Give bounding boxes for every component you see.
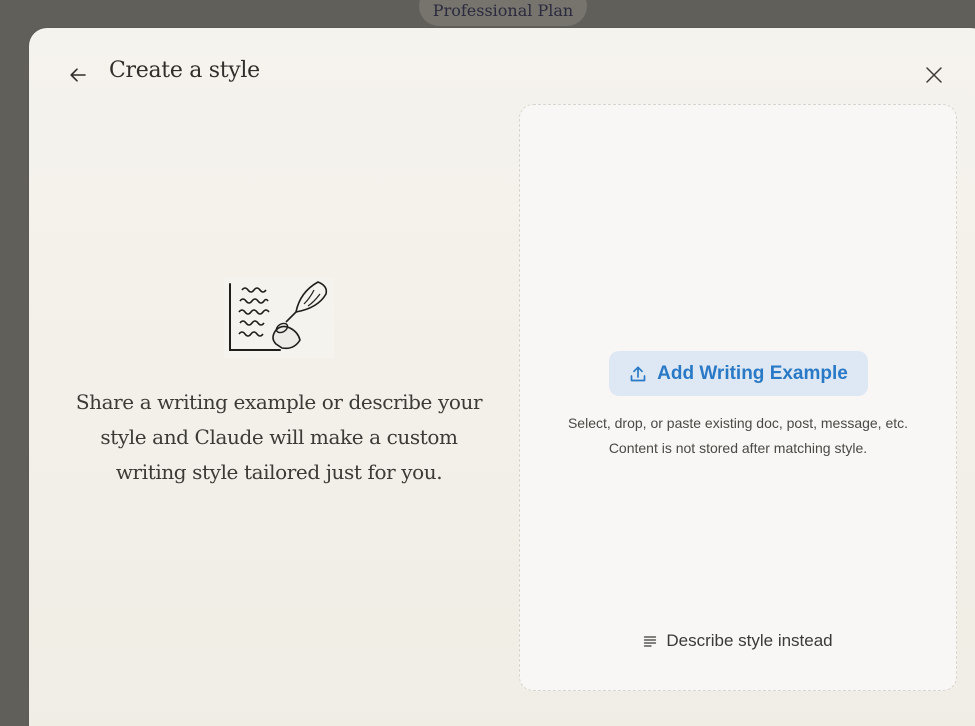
writing-example-dropzone[interactable]: Add Writing Example Select, drop, or pas… [519, 104, 957, 691]
arrow-left-icon [70, 68, 86, 82]
writing-quill-illustration [224, 278, 334, 358]
back-button[interactable] [65, 62, 91, 88]
intro-description: Share a writing example or describe your… [75, 390, 483, 484]
upload-helper-text: Select, drop, or paste existing doc, pos… [520, 411, 956, 461]
create-style-dialog: Create a style Share a writing example o… [29, 28, 975, 726]
close-button[interactable] [920, 61, 948, 89]
dialog-title: Create a style [109, 58, 260, 83]
add-writing-example-label: Add Writing Example [657, 362, 848, 384]
intro-panel: Share a writing example or describe your… [59, 278, 499, 490]
helper-line-2: Content is not stored after matching sty… [608, 440, 868, 456]
upload-icon [630, 365, 646, 381]
plan-badge: Professional Plan [419, 0, 587, 26]
text-lines-icon [644, 636, 657, 647]
add-writing-example-button[interactable]: Add Writing Example [609, 351, 868, 396]
close-icon [926, 67, 942, 83]
describe-style-button[interactable]: Describe style instead [520, 631, 956, 651]
describe-style-label: Describe style instead [666, 631, 833, 650]
helper-line-1: Select, drop, or paste existing doc, pos… [567, 415, 909, 431]
